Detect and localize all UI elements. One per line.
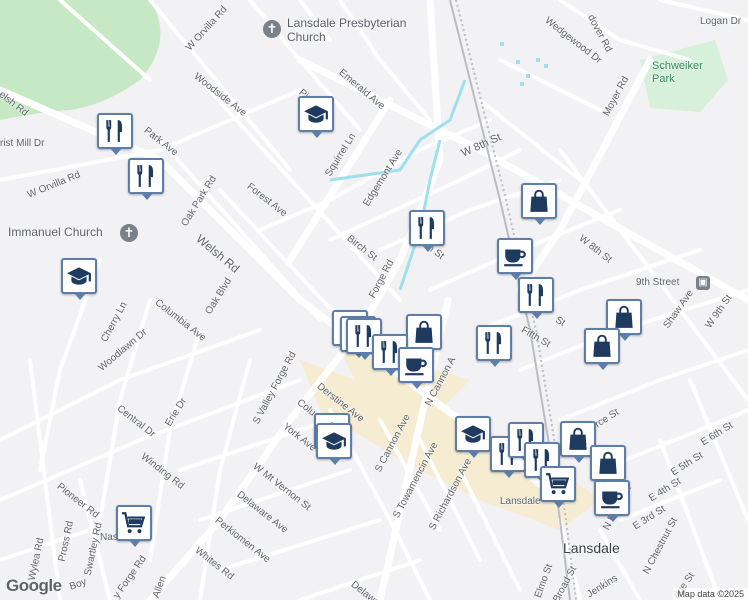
shopping-cart-icon xyxy=(121,510,147,536)
shopping-bag-icon xyxy=(611,304,637,330)
map-marker-grocery[interactable] xyxy=(540,466,576,508)
map-marker-grocery[interactable] xyxy=(116,505,152,547)
map-marker-restaurant[interactable] xyxy=(409,210,445,252)
shopping-bag-icon xyxy=(595,450,621,476)
shopping-bag-icon xyxy=(565,426,591,452)
map-marker-restaurant[interactable] xyxy=(518,277,554,319)
fork-knife-icon xyxy=(133,163,159,189)
map-marker-shopping[interactable] xyxy=(584,328,620,370)
map-copyright[interactable]: Map data ©2025 xyxy=(673,588,748,600)
shopping-bag-icon xyxy=(589,333,615,359)
google-logo-text: Google xyxy=(6,576,62,595)
map-marker-restaurant[interactable] xyxy=(128,158,164,200)
google-logo: Google xyxy=(6,576,62,596)
map-marker-school[interactable] xyxy=(316,423,352,465)
fork-knife-icon xyxy=(102,118,128,144)
map-marker-restaurant[interactable] xyxy=(97,113,133,155)
city-label-lansdale: Lansdale xyxy=(563,540,620,556)
map-marker-cafe[interactable] xyxy=(398,347,434,389)
map-marker-restaurant[interactable] xyxy=(476,325,512,367)
map-marker-cafe[interactable] xyxy=(497,238,533,280)
map-marker-school[interactable] xyxy=(298,96,334,138)
graduation-cap-icon xyxy=(321,428,347,454)
map-marker-cafe[interactable] xyxy=(594,480,630,522)
map-marker-school[interactable] xyxy=(61,258,97,300)
graduation-cap-icon xyxy=(460,421,486,447)
poi-label-schweiker-park: Schweiker Park xyxy=(652,60,703,85)
street-label: rist Mill Dr xyxy=(0,138,45,149)
fork-knife-icon xyxy=(523,282,549,308)
shopping-bag-icon xyxy=(411,319,437,345)
fork-knife-icon xyxy=(481,330,507,356)
poi-label-immanuel-church: Immanuel Church xyxy=(8,225,103,239)
map-marker-shopping[interactable] xyxy=(406,314,442,356)
map-marker-shopping[interactable] xyxy=(521,183,557,225)
church-icon: ✝ xyxy=(263,20,281,38)
coffee-cup-icon xyxy=(403,352,429,378)
coffee-cup-icon xyxy=(502,243,528,269)
shopping-bag-icon xyxy=(526,188,552,214)
city-label-lansdale-small: Lansdale xyxy=(500,496,541,507)
map-canvas[interactable]: ✝ ✝ ▣ Lansdale Presbyterian Church Imman… xyxy=(0,0,748,600)
graduation-cap-icon xyxy=(303,101,329,127)
shopping-cart-icon xyxy=(545,471,571,497)
train-station-icon: ▣ xyxy=(696,276,710,290)
map-marker-school[interactable] xyxy=(455,416,491,458)
poi-label-presbyterian-church: Lansdale Presbyterian Church xyxy=(287,16,407,44)
coffee-cup-icon xyxy=(599,485,625,511)
graduation-cap-icon xyxy=(66,263,92,289)
church-icon: ✝ xyxy=(120,224,138,242)
street-label: Logan Dr xyxy=(700,16,742,27)
map-marker-shopping[interactable] xyxy=(590,445,626,487)
fork-knife-icon xyxy=(414,215,440,241)
poi-label-9th-street-station: 9th Street xyxy=(636,277,680,288)
